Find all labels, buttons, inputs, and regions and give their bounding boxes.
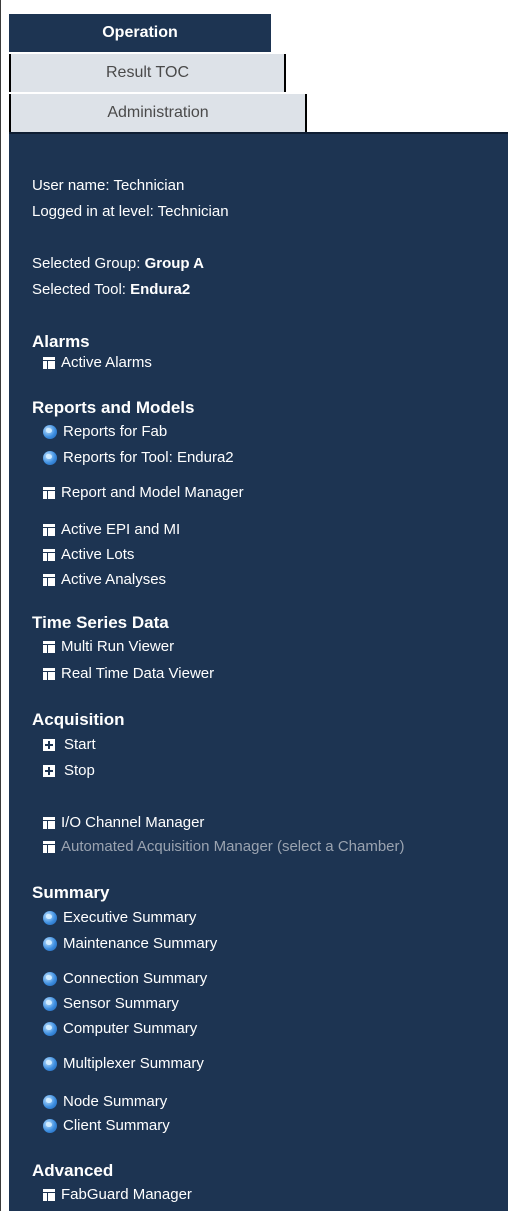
link-real-time-data-viewer[interactable]: Real Time Data Viewer (43, 664, 214, 684)
link-label: FabGuard Manager (61, 1186, 192, 1203)
login-level-label: Logged in at level: (32, 203, 154, 220)
link-label: Node Summary (63, 1093, 168, 1110)
link-client-summary[interactable]: Client Summary (43, 1116, 170, 1136)
link-executive-summary[interactable]: Executive Summary (43, 908, 196, 928)
table-icon (43, 841, 55, 853)
table-icon (43, 1189, 55, 1201)
section-advanced-title: Advanced (32, 1161, 114, 1180)
link-label: Maintenance Summary (63, 935, 218, 952)
link-reports-for-fab[interactable]: Reports for Fab (43, 422, 167, 442)
link-io-channel-manager[interactable]: I/O Channel Manager (43, 813, 204, 833)
globe-icon (43, 425, 57, 439)
link-reports-for-tool[interactable]: Reports for Tool: Endura2 (43, 448, 234, 468)
globe-icon (43, 997, 57, 1011)
tab-operation[interactable]: Operation (9, 14, 271, 53)
login-level-line: Logged in at level: Technician (32, 201, 229, 222)
globe-icon (43, 451, 57, 465)
link-maintenance-summary[interactable]: Maintenance Summary (43, 934, 217, 954)
link-label: Automated Acquisition Manager (select a … (61, 838, 405, 855)
link-label: Real Time Data Viewer (61, 665, 215, 682)
globe-icon (43, 937, 57, 951)
link-fabguard-manager[interactable]: FabGuard Manager (43, 1185, 192, 1205)
link-active-analyses[interactable]: Active Analyses (43, 570, 166, 590)
table-icon (43, 574, 55, 586)
table-icon (43, 817, 55, 829)
table-icon (43, 641, 55, 653)
selected-tool-label: Selected Tool: (32, 281, 126, 298)
user-name-line: User name: Technician (32, 175, 184, 196)
section-acquisition-title: Acquisition (32, 710, 125, 729)
login-level-value: Technician (157, 203, 229, 220)
link-report-model-manager[interactable]: Report and Model Manager (43, 483, 244, 503)
selected-tool-value: Endura2 (130, 281, 191, 298)
table-icon (43, 487, 55, 499)
link-label: Executive Summary (63, 909, 197, 926)
link-acquisition-stop[interactable]: Stop (43, 761, 95, 781)
selected-group-value: Group A (144, 255, 205, 272)
link-label: Computer Summary (63, 1020, 198, 1037)
section-alarms-title: Alarms (32, 332, 90, 351)
section-timeseries-title: Time Series Data (32, 613, 169, 632)
link-label: Sensor Summary (63, 995, 179, 1012)
link-label: I/O Channel Manager (61, 814, 205, 831)
link-label: Multiplexer Summary (63, 1055, 204, 1072)
plus-icon (43, 739, 55, 751)
link-label: Active EPI and MI (61, 521, 181, 538)
link-label: Active Alarms (61, 354, 152, 371)
link-node-summary[interactable]: Node Summary (43, 1092, 167, 1112)
link-active-lots[interactable]: Active Lots (43, 545, 134, 565)
tab-bar: Operation Result TOC Administration (9, 14, 508, 132)
link-label: Stop (64, 762, 95, 779)
tab-result-toc[interactable]: Result TOC (9, 54, 286, 92)
link-computer-summary[interactable]: Computer Summary (43, 1019, 197, 1039)
link-label: Active Analyses (61, 571, 167, 588)
table-icon (43, 668, 55, 680)
link-label: Connection Summary (63, 970, 208, 987)
section-summary-title: Summary (32, 883, 110, 902)
globe-icon (43, 911, 57, 925)
link-acquisition-start[interactable]: Start (43, 735, 96, 755)
link-label: Reports for Tool: Endura2 (63, 449, 234, 466)
link-label: Multi Run Viewer (61, 638, 175, 655)
plus-icon (43, 765, 55, 777)
link-label: Start (64, 736, 96, 753)
navigation-panel: User name: Technician Logged in at level… (9, 132, 508, 1211)
table-icon (43, 524, 55, 536)
link-connection-summary[interactable]: Connection Summary (43, 969, 207, 989)
link-label: Active Lots (61, 546, 135, 563)
link-active-epi-mi[interactable]: Active EPI and MI (43, 520, 180, 540)
globe-icon (43, 1022, 57, 1036)
selected-group-label: Selected Group: (32, 255, 141, 272)
globe-icon (43, 1095, 57, 1109)
link-label: Report and Model Manager (61, 484, 244, 501)
tab-administration[interactable]: Administration (9, 94, 307, 132)
link-sensor-summary[interactable]: Sensor Summary (43, 994, 179, 1014)
link-multi-run-viewer[interactable]: Multi Run Viewer (43, 637, 174, 657)
link-label: Client Summary (63, 1117, 170, 1134)
globe-icon (43, 972, 57, 986)
globe-icon (43, 1119, 57, 1133)
link-active-alarms[interactable]: Active Alarms (43, 353, 152, 373)
globe-icon (43, 1057, 57, 1071)
link-label: Reports for Fab (63, 423, 168, 440)
link-multiplexer-summary[interactable]: Multiplexer Summary (43, 1054, 204, 1074)
table-icon (43, 357, 55, 369)
user-name-label: User name: (32, 177, 110, 194)
selected-tool-line: Selected Tool: Endura2 (32, 279, 190, 300)
link-automated-acquisition-manager: Automated Acquisition Manager (select a … (43, 837, 405, 857)
user-name-value: Technician (113, 177, 185, 194)
section-reports-title: Reports and Models (32, 398, 195, 417)
selected-group-line: Selected Group: Group A (32, 253, 204, 274)
table-icon (43, 549, 55, 561)
